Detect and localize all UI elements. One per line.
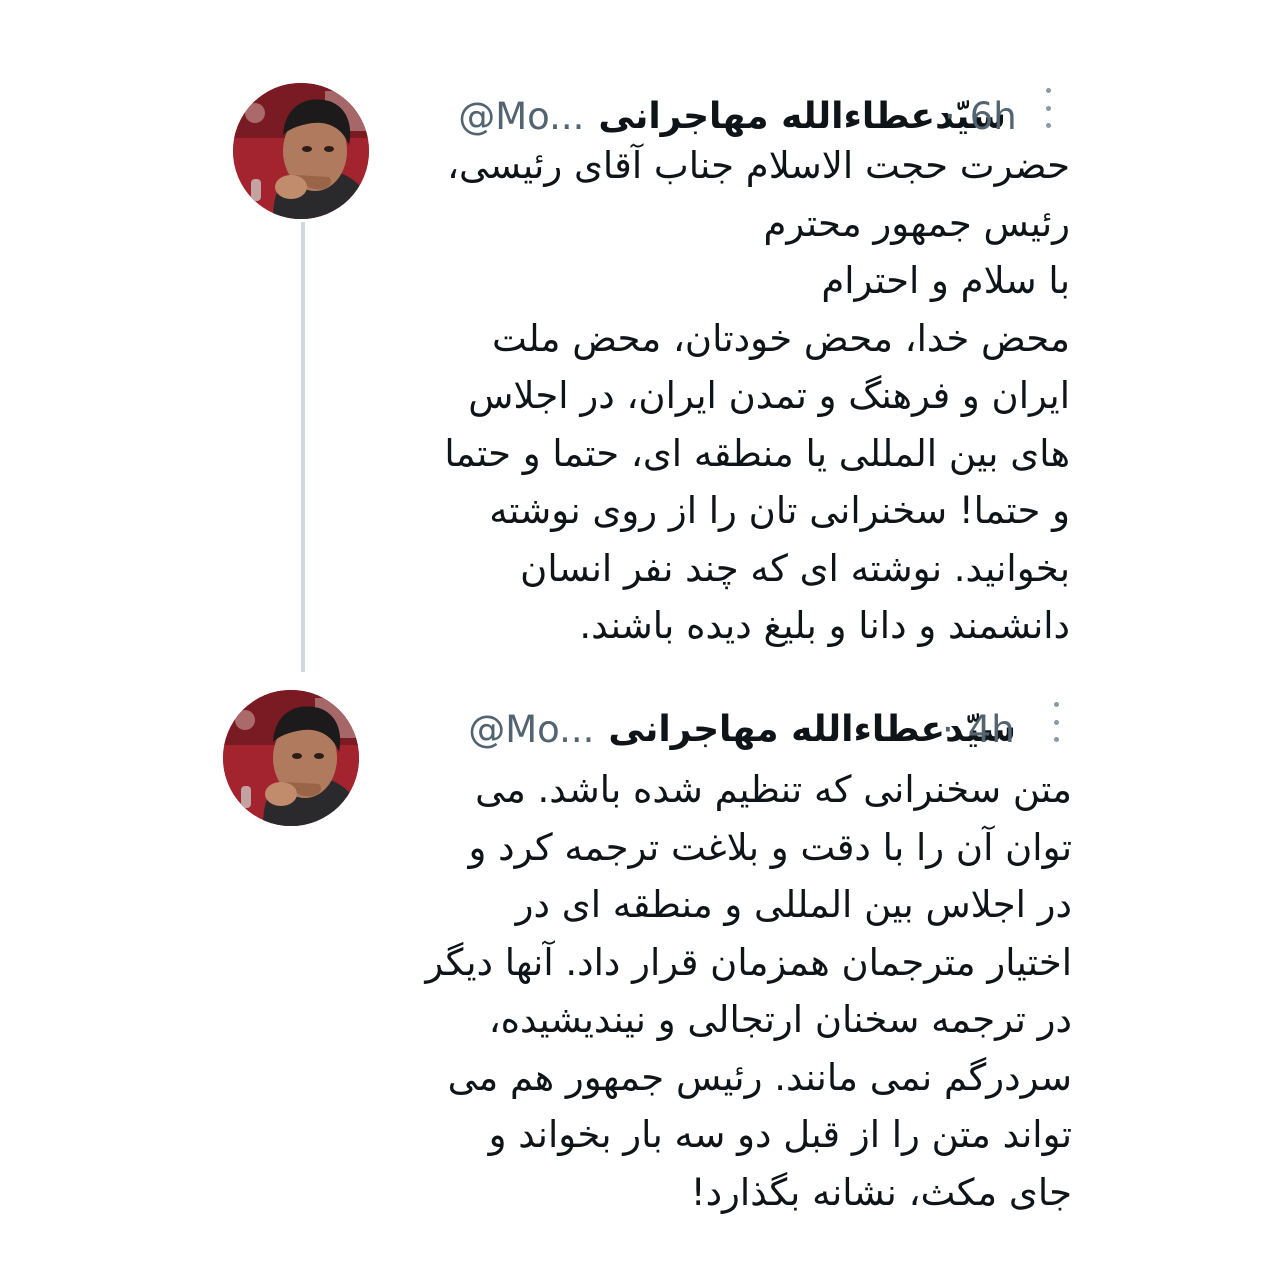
tweet-line: های بین المللی یا منطقه ای، حتما و حتما — [444, 431, 1070, 475]
user-handle[interactable]: @Mo... — [458, 95, 584, 138]
user-handle[interactable]: @Mo... — [468, 708, 594, 751]
tweet-line: دانشمند و دانا و بلیغ دیده باشند. — [579, 604, 1070, 647]
tweet-line: ایران و فرهنگ و تمدن ایران، در اجلاس — [468, 374, 1070, 417]
timestamp[interactable]: 6h — [970, 95, 1017, 138]
timestamp[interactable]: 4h — [968, 708, 1015, 751]
tweet-line: سردرگم نمی مانند. رئیس جمهور هم می — [447, 1055, 1072, 1099]
tweet-body: متن سخنرانی که تنظیم شده باشد. می توان آ… — [425, 761, 1072, 1221]
tweet-line: در ترجمه سخنان ارتجالی و نیندیشیده، — [488, 998, 1072, 1041]
tweet-line: توان آن را با دقت و بلاغت ترجمه کرد و — [468, 825, 1073, 869]
more-vertical-icon[interactable] — [1041, 88, 1055, 128]
tweet-line: رئیس جمهور محترم — [763, 201, 1070, 245]
tweet-line: در اجلاس بین المللی و منطقه ای در — [515, 883, 1072, 926]
separator-dot: · — [942, 707, 954, 751]
avatar[interactable] — [233, 83, 369, 219]
tweet-timestamp-group: · 4h — [928, 699, 1015, 759]
avatar[interactable] — [223, 690, 359, 826]
tweet-body: حضرت حجت الاسلام جناب آقای رئیسی، رئیس ج… — [444, 137, 1070, 655]
tweet-line: اختیار مترجمان همزمان قرار داد. آنها دیگ… — [425, 940, 1072, 984]
tweet-line: جای مکث، نشانه بگذارد! — [690, 1170, 1072, 1214]
separator-dot: · — [944, 94, 956, 138]
tweet-line: محض خدا، محض خودتان، محض ملت — [492, 316, 1070, 360]
more-vertical-icon[interactable] — [1049, 702, 1063, 742]
tweet-line: با سلام و احترام — [821, 259, 1070, 302]
tweet-line: بخوانید. نوشته ای که چند نفر انسان — [520, 546, 1070, 590]
tweet-line: تواند متن را از قبل دو سه بار بخواند و — [488, 1113, 1072, 1156]
tweet-line: متن سخنرانی که تنظیم شده باشد. می — [475, 768, 1072, 811]
tweet-line: و حتما! سخنرانی تان را از روی نوشته — [489, 489, 1070, 532]
tweet-line: حضرت حجت الاسلام جناب آقای رئیسی، — [447, 144, 1070, 187]
avatar-photo — [233, 83, 369, 219]
thread-connector-line — [301, 222, 305, 672]
avatar-photo — [223, 690, 359, 826]
